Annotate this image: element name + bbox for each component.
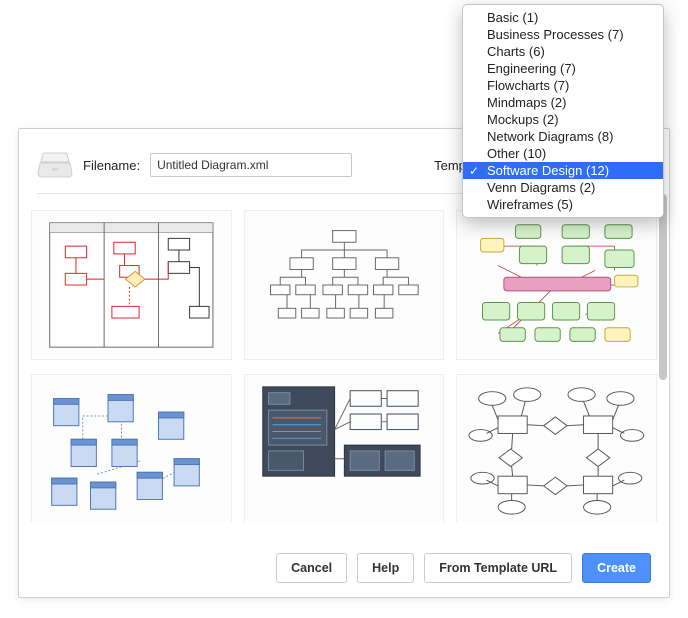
dropdown-item-label: Charts (6) [487,44,545,59]
dropdown-item-label: Network Diagrams (8) [487,129,613,144]
template-scroll-area[interactable] [19,194,669,522]
dropdown-item[interactable]: Other (10) [463,145,663,162]
dropdown-item-label: Wireframes (5) [487,197,573,212]
template-thumbnail[interactable] [456,374,657,522]
template-thumbnail[interactable] [31,374,232,522]
template-thumbnail[interactable] [244,210,445,360]
dropdown-item-label: Business Processes (7) [487,27,624,42]
disk-icon [37,151,73,179]
dropdown-item-label: Basic (1) [487,10,538,25]
dropdown-item[interactable]: Flowcharts (7) [463,77,663,94]
dropdown-item[interactable]: Business Processes (7) [463,26,663,43]
dropdown-item[interactable]: Network Diagrams (8) [463,128,663,145]
template-thumbnail[interactable] [31,210,232,360]
dropdown-item-label: Engineering (7) [487,61,576,76]
help-button[interactable]: Help [357,553,414,583]
dropdown-item-label: Mockups (2) [487,112,559,127]
dropdown-item-label: Venn Diagrams (2) [487,180,595,195]
templates-dropdown[interactable]: Basic (1) Business Processes (7) Charts (6… [462,4,664,218]
dropdown-item-label: Software Design (12) [487,163,609,178]
dropdown-item-label: Flowcharts (7) [487,78,569,93]
check-icon: ✓ [469,164,479,178]
template-thumbnail[interactable] [456,210,657,360]
create-button[interactable]: Create [582,553,651,583]
template-grid [31,210,657,522]
scrollbar[interactable] [659,194,667,522]
dropdown-item[interactable]: Engineering (7) [463,60,663,77]
scrollbar-thumb[interactable] [659,194,667,380]
dropdown-item[interactable]: Venn Diagrams (2) [463,179,663,196]
filename-input[interactable] [150,153,352,177]
filename-label: Filename: [83,158,140,173]
dialog-footer: Cancel Help From Template URL Create [276,553,651,583]
template-thumbnail[interactable] [244,374,445,522]
dropdown-item[interactable]: Basic (1) [463,9,663,26]
dropdown-item[interactable]: Charts (6) [463,43,663,60]
dropdown-item[interactable]: Mockups (2) [463,111,663,128]
cancel-button[interactable]: Cancel [276,553,347,583]
dropdown-item[interactable]: Wireframes (5) [463,196,663,213]
dropdown-item[interactable]: Mindmaps (2) [463,94,663,111]
dropdown-item-label: Mindmaps (2) [487,95,566,110]
dropdown-item-label: Other (10) [487,146,546,161]
from-template-url-button[interactable]: From Template URL [424,553,572,583]
dropdown-item[interactable]: ✓ Software Design (12) [463,162,663,179]
